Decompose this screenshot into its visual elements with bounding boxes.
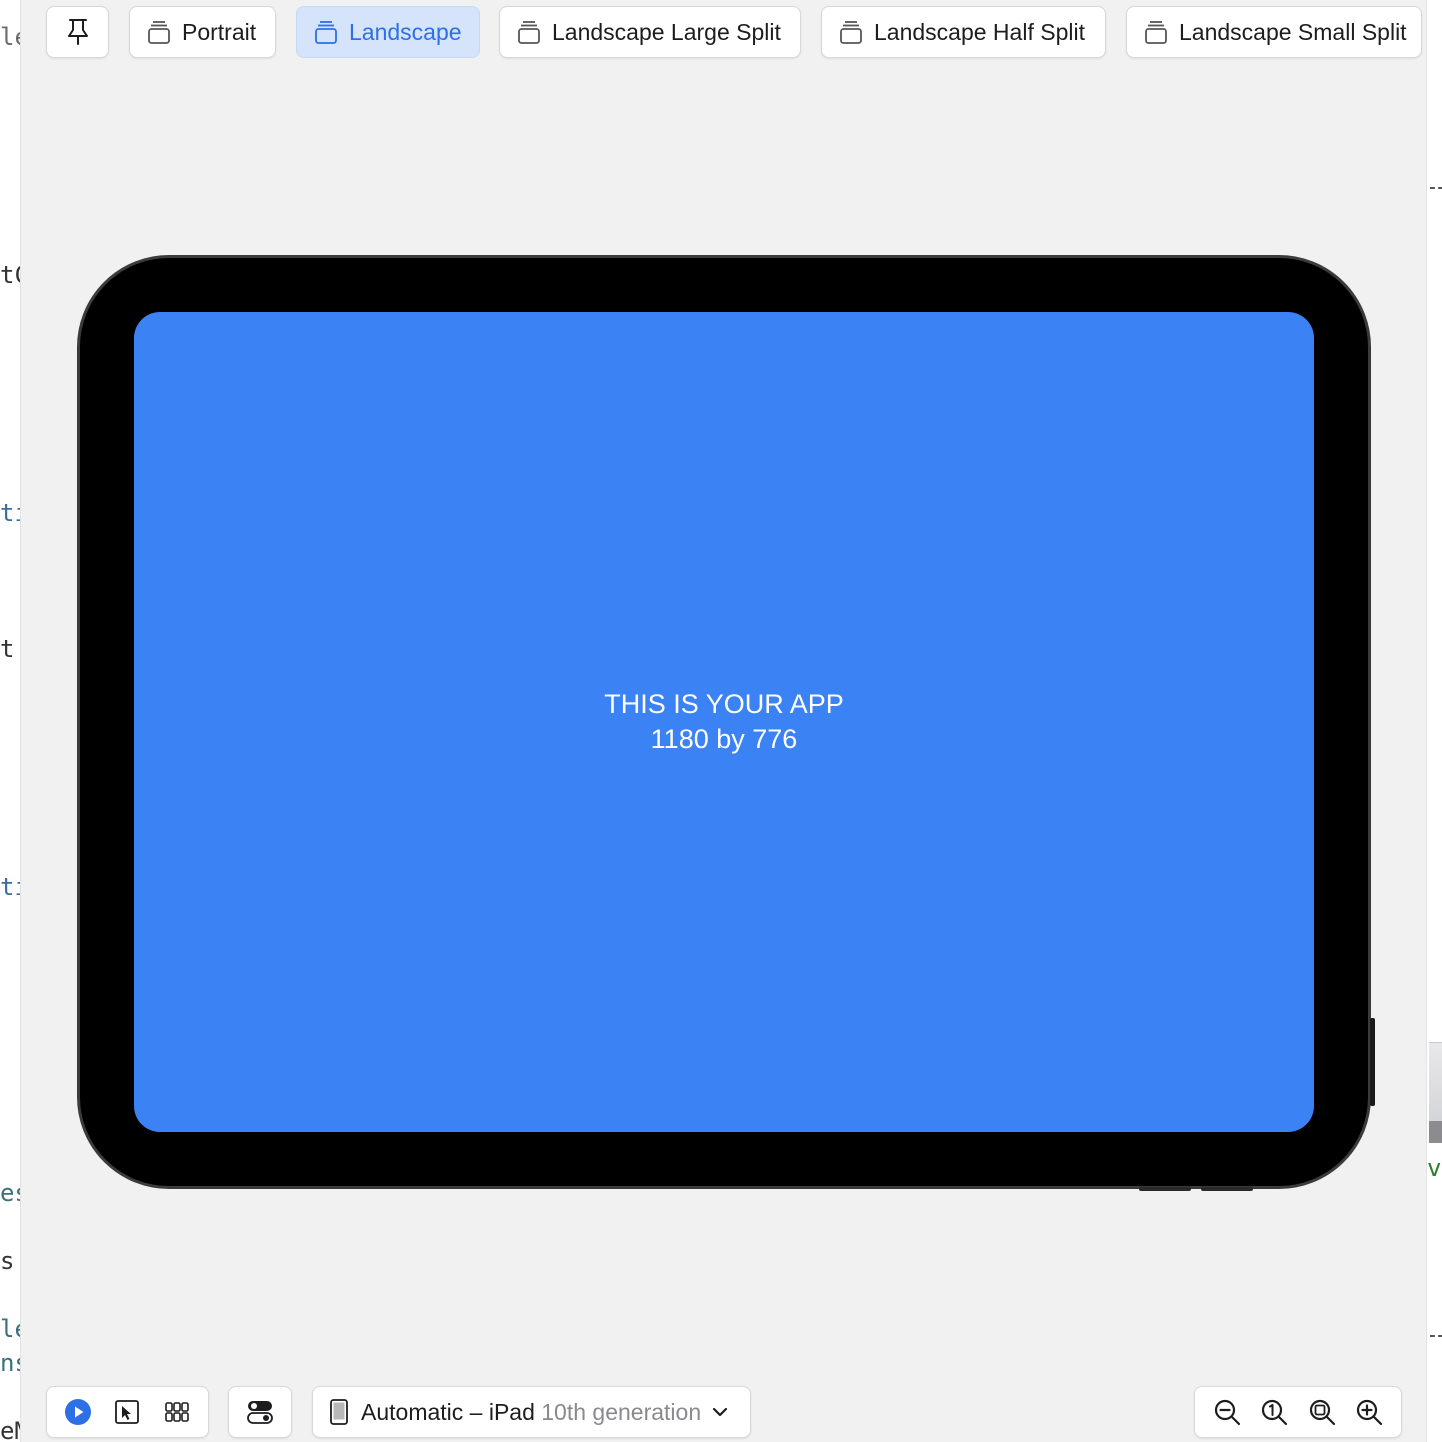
toggle-settings-icon	[247, 1401, 273, 1424]
pin-preview-button[interactable]	[46, 6, 109, 58]
zoom-controls	[1194, 1386, 1402, 1438]
zoom-in-icon	[1357, 1399, 1383, 1426]
left-editor-gutter: le tC ti t ti es s le ns eM	[0, 0, 21, 1442]
device-selector[interactable]: Automatic – iPad 10th generation	[312, 1386, 751, 1438]
device-stack-icon	[315, 21, 337, 44]
orientation-label: Landscape Half Split	[874, 18, 1085, 45]
editor-fragment: tC	[0, 261, 20, 289]
live-preview-button[interactable]	[63, 1397, 93, 1427]
variants-button[interactable]	[162, 1397, 192, 1427]
editor-fragment: le	[0, 1315, 20, 1343]
orientation-landscape-small-split-button[interactable]: Landscape Small Split	[1126, 6, 1422, 58]
editor-fragment: ti	[0, 873, 20, 901]
zoom-out-button[interactable]	[1212, 1397, 1242, 1427]
play-circle-icon	[64, 1399, 91, 1425]
selectable-mode-button[interactable]	[112, 1397, 142, 1427]
editor-fragment: es	[0, 1179, 20, 1207]
device-side-button	[1370, 1018, 1375, 1106]
editor-fragment: s	[0, 1247, 15, 1275]
divider	[1430, 187, 1442, 189]
orientation-portrait-button[interactable]: Portrait	[129, 6, 276, 58]
divider	[1430, 1335, 1442, 1337]
cursor-select-icon	[115, 1400, 140, 1424]
zoom-in-button[interactable]	[1354, 1397, 1384, 1427]
editor-fragment: t	[0, 635, 15, 663]
app-size-text: 1180 by 776	[650, 724, 798, 754]
device-selector-label: Automatic – iPad 10th generation	[361, 1399, 701, 1426]
editor-fragment: ns	[0, 1349, 20, 1377]
device-stack-icon	[840, 21, 862, 44]
device-stack-icon	[518, 21, 540, 44]
preview-mode-group	[46, 1386, 209, 1438]
device-settings-button[interactable]	[228, 1386, 292, 1438]
device-volume-button	[1139, 1187, 1191, 1191]
grid-variants-icon	[165, 1402, 189, 1422]
orientation-label: Landscape Small Split	[1179, 18, 1407, 45]
orientation-landscape-large-split-button[interactable]: Landscape Large Split	[499, 6, 801, 58]
orientation-landscape-button[interactable]: Landscape	[296, 6, 480, 58]
editor-fragment: ve	[1427, 1154, 1442, 1182]
app-title-text: THIS IS YOUR APP	[604, 689, 844, 719]
orientation-label: Landscape Large Split	[552, 18, 781, 45]
device-stack-icon	[1145, 21, 1167, 44]
zoom-actual-size-icon	[1262, 1399, 1288, 1426]
zoom-actual-size-button[interactable]	[1259, 1397, 1289, 1427]
editor-fragment: ti	[0, 499, 20, 527]
zoom-to-fit-button[interactable]	[1307, 1397, 1337, 1427]
device-selector-prefix: Automatic – iPad	[361, 1398, 535, 1425]
minimap-thumbnail[interactable]	[1429, 1042, 1442, 1143]
editor-fragment: le	[0, 23, 20, 51]
right-editor-gutter: ve	[1426, 0, 1442, 1442]
orientation-label: Portrait	[182, 18, 257, 45]
device-stack-icon	[148, 21, 170, 44]
device-selector-model: 10th generation	[541, 1398, 702, 1425]
app-preview-screen[interactable]: THIS IS YOUR APP 1180 by 776	[134, 312, 1314, 1132]
editor-fragment: eM	[0, 1417, 20, 1442]
zoom-out-icon	[1214, 1399, 1240, 1426]
chevron-down-icon	[713, 1407, 728, 1417]
zoom-to-fit-icon	[1309, 1399, 1335, 1426]
orientation-label: Landscape	[349, 18, 462, 45]
pin-icon	[67, 19, 88, 45]
device-volume-button	[1201, 1187, 1253, 1191]
orientation-landscape-half-split-button[interactable]: Landscape Half Split	[821, 6, 1106, 58]
ipad-device-icon	[330, 1399, 348, 1425]
